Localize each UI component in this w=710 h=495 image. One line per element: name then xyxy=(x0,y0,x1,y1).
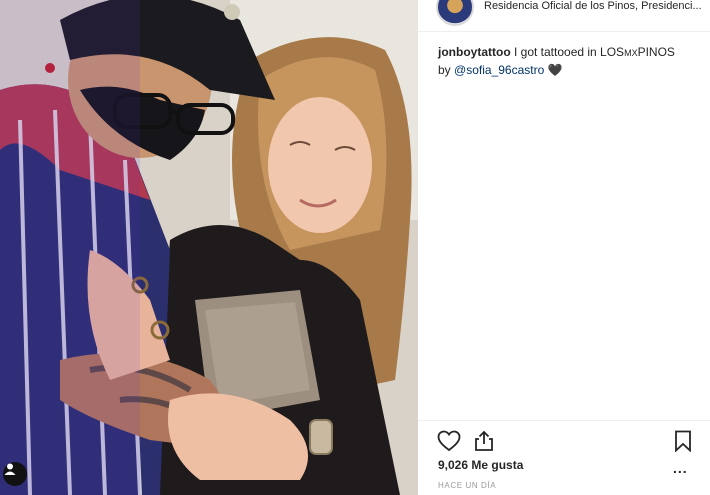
person-icon xyxy=(4,463,16,475)
location-link[interactable]: Residencia Oficial de los Pinos, Preside… xyxy=(484,0,704,12)
likes-count[interactable]: 9,026 Me gusta xyxy=(438,458,523,472)
caption-username[interactable]: jonboytattoo xyxy=(438,45,511,59)
post-details-panel: Residencia Oficial de los Pinos, Preside… xyxy=(418,0,710,495)
bookmark-icon xyxy=(675,430,691,452)
caption-text: I got tattooed in LOS xyxy=(510,45,625,59)
photo-illustration xyxy=(0,0,418,495)
caption-text-end: PINOS xyxy=(637,45,675,59)
action-bar xyxy=(418,420,710,460)
share-button[interactable] xyxy=(472,429,496,453)
instagram-post: Residencia Oficial de los Pinos, Preside… xyxy=(0,0,710,495)
avatar[interactable] xyxy=(436,0,474,26)
tagged-user-icon[interactable] xyxy=(3,462,27,486)
post-header: Residencia Oficial de los Pinos, Preside… xyxy=(418,0,710,32)
save-button[interactable] xyxy=(671,429,695,453)
post-timestamp[interactable]: HACE UN DÍA xyxy=(438,481,496,490)
post-photo[interactable] xyxy=(0,0,418,495)
caption-mention[interactable]: @sofia_96castro xyxy=(454,63,544,77)
caption-emoji: 🖤 xyxy=(547,63,563,77)
caption-text-small: MX xyxy=(624,48,638,58)
caption: jonboytattoo I got tattooed in LOSMXPINO… xyxy=(438,44,700,79)
like-button[interactable] xyxy=(437,429,461,453)
more-options-icon[interactable]: ... xyxy=(673,460,688,476)
caption-by: by xyxy=(438,63,455,77)
share-icon xyxy=(475,430,493,451)
heart-icon xyxy=(437,430,461,452)
